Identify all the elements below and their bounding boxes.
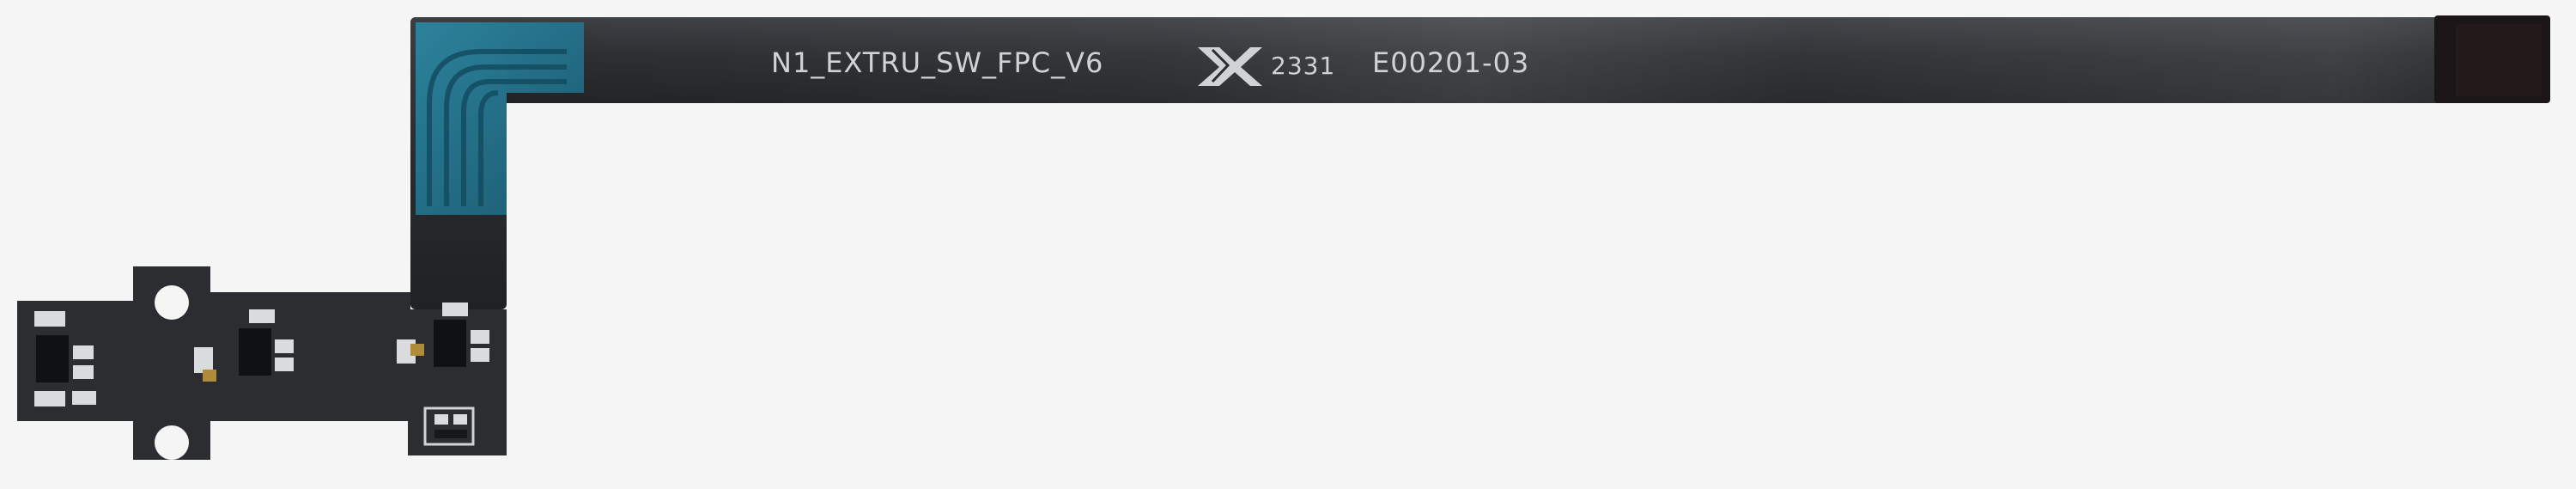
mounting-hole-top [155,285,189,320]
part-name-label: N1_EXTRU_SW_FPC_V6 [771,46,1103,79]
date-code-label: 2331 [1271,52,1335,80]
connector-contacts [2456,24,2542,96]
part-number-label: E00201-03 [1372,46,1529,79]
fpc-cable-photo: N1_EXTRU_SW_FPC_V6 2331 E00201-03 [0,0,2576,489]
mounting-hole-bottom [155,425,189,460]
